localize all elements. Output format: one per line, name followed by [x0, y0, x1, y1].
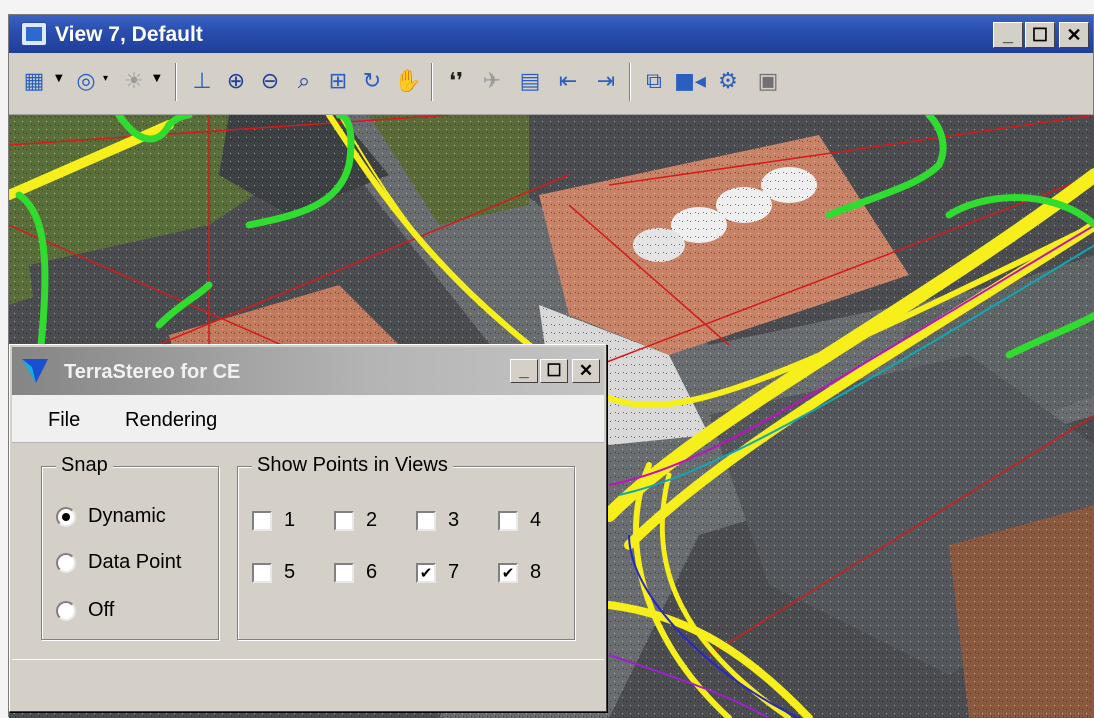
view-checkbox-8[interactable]: ✔ 8 [498, 561, 541, 584]
checkbox-label: 7 [448, 561, 460, 583]
view-attributes-icon[interactable]: ▦ [19, 66, 49, 96]
snap-option-label: Data Point [88, 551, 182, 573]
view-checkbox-5[interactable]: 5 [252, 561, 295, 584]
pan-view-icon[interactable]: ✋ [393, 66, 423, 96]
checkbox[interactable] [252, 562, 272, 583]
update-view-icon[interactable]: ⊥ [187, 66, 217, 96]
view-checkbox-2[interactable]: 2 [334, 509, 377, 532]
checkbox-label: 6 [366, 561, 378, 583]
window-area-icon[interactable]: ⌕ [289, 66, 319, 96]
show-points-group: Show Points in Views 1 2 3 4 5 6 ✔ 7 ✔ 8 [237, 454, 575, 640]
view-checkbox-6[interactable]: 6 [334, 561, 377, 584]
snap-group: Snap Dynamic Data Point Off [41, 454, 219, 640]
dialog-status-bar [12, 659, 604, 709]
checkbox[interactable] [334, 510, 354, 531]
checkbox-label: 1 [284, 509, 296, 531]
radio-off[interactable] [56, 600, 76, 621]
show-points-group-label: Show Points in Views [252, 454, 453, 477]
checkbox-label: 5 [284, 561, 296, 583]
view-checkbox-7[interactable]: ✔ 7 [416, 561, 459, 584]
checkbox[interactable]: ✔ [498, 562, 518, 583]
next-view-icon[interactable]: ⇥ [591, 66, 621, 96]
checkbox[interactable] [498, 510, 518, 531]
view-checkbox-1[interactable]: 1 [252, 509, 295, 532]
checkbox-label: 8 [530, 561, 542, 583]
snap-option-off[interactable]: Off [56, 599, 114, 622]
close-button[interactable]: ✕ [1059, 22, 1089, 48]
checkbox-label: 2 [366, 509, 378, 531]
maximize-button[interactable]: ☐ [1025, 22, 1055, 48]
chevron-down-icon[interactable]: ▼ [55, 73, 65, 89]
snap-option-data-point[interactable]: Data Point [56, 551, 181, 574]
menu-file[interactable]: File [48, 409, 80, 432]
snap-group-label: Snap [56, 454, 113, 477]
terrastereo-logo-icon [22, 359, 48, 383]
fly-icon[interactable]: ✈ [477, 66, 507, 96]
rotate-view-icon[interactable]: ↻ [357, 66, 387, 96]
radio-dynamic[interactable] [56, 506, 76, 527]
checkbox[interactable] [416, 510, 436, 531]
view-settings-icon[interactable]: ⚙ [713, 66, 743, 96]
toolbar-separator [175, 63, 177, 101]
dialog-menu-bar: File Rendering [12, 395, 604, 443]
checkbox[interactable] [252, 510, 272, 531]
menu-rendering[interactable]: Rendering [125, 409, 217, 432]
view-title-bar[interactable]: View 7, Default _ ☐ ✕ [9, 15, 1093, 53]
snap-option-dynamic[interactable]: Dynamic [56, 505, 166, 528]
clip-volume-icon[interactable]: ⧉ [639, 66, 669, 96]
previous-view-icon[interactable]: ⇤ [553, 66, 583, 96]
dialog-close-button[interactable]: ✕ [572, 359, 600, 383]
view-toolbar: ▦ ▼ ◎ ▾ ☀ ▼ ⊥ ⊕ ⊖ ⌕ ⊞ ↻ ✋ ❛❜ ✈ ▤ ⇤ ⇥ ⧉ ■… [9, 53, 1093, 115]
chevron-down-icon[interactable]: ▼ [153, 73, 163, 89]
camera-icon[interactable]: ■◂ [674, 66, 706, 96]
levels-icon[interactable]: ◎ [71, 66, 101, 96]
fit-view-icon[interactable]: ⊞ [323, 66, 353, 96]
snap-option-label: Dynamic [88, 505, 166, 527]
zoom-in-icon[interactable]: ⊕ [221, 66, 251, 96]
chevron-down-icon[interactable]: ▾ [103, 73, 113, 89]
checkbox-label: 3 [448, 509, 460, 531]
checkbox[interactable] [334, 562, 354, 583]
terrastereo-dialog: TerraStereo for CE _ ☐ ✕ File Rendering … [9, 344, 607, 712]
dialog-minimize-button[interactable]: _ [510, 359, 538, 383]
view-title: View 7, Default [55, 23, 203, 46]
zoom-out-icon[interactable]: ⊖ [255, 66, 285, 96]
walk-icon[interactable]: ❛❜ [441, 66, 471, 96]
toolbar-separator [431, 63, 433, 101]
lighting-icon[interactable]: ☀ [119, 66, 149, 96]
checkbox-label: 4 [530, 509, 542, 531]
checkbox[interactable]: ✔ [416, 562, 436, 583]
snap-option-label: Off [88, 599, 115, 621]
minimize-button[interactable]: _ [993, 22, 1023, 48]
toolbar-separator [629, 63, 631, 101]
view-checkbox-3[interactable]: 3 [416, 509, 459, 532]
copy-view-icon[interactable]: ▤ [515, 66, 545, 96]
radio-data-point[interactable] [56, 552, 76, 573]
dialog-maximize-button[interactable]: ☐ [540, 359, 568, 383]
dialog-title: TerraStereo for CE [64, 361, 241, 383]
dialog-title-bar[interactable]: TerraStereo for CE _ ☐ ✕ [12, 347, 604, 395]
render-icon[interactable]: ▣ [753, 66, 783, 96]
view-checkbox-4[interactable]: 4 [498, 509, 541, 532]
microstation-view-icon [21, 22, 47, 46]
